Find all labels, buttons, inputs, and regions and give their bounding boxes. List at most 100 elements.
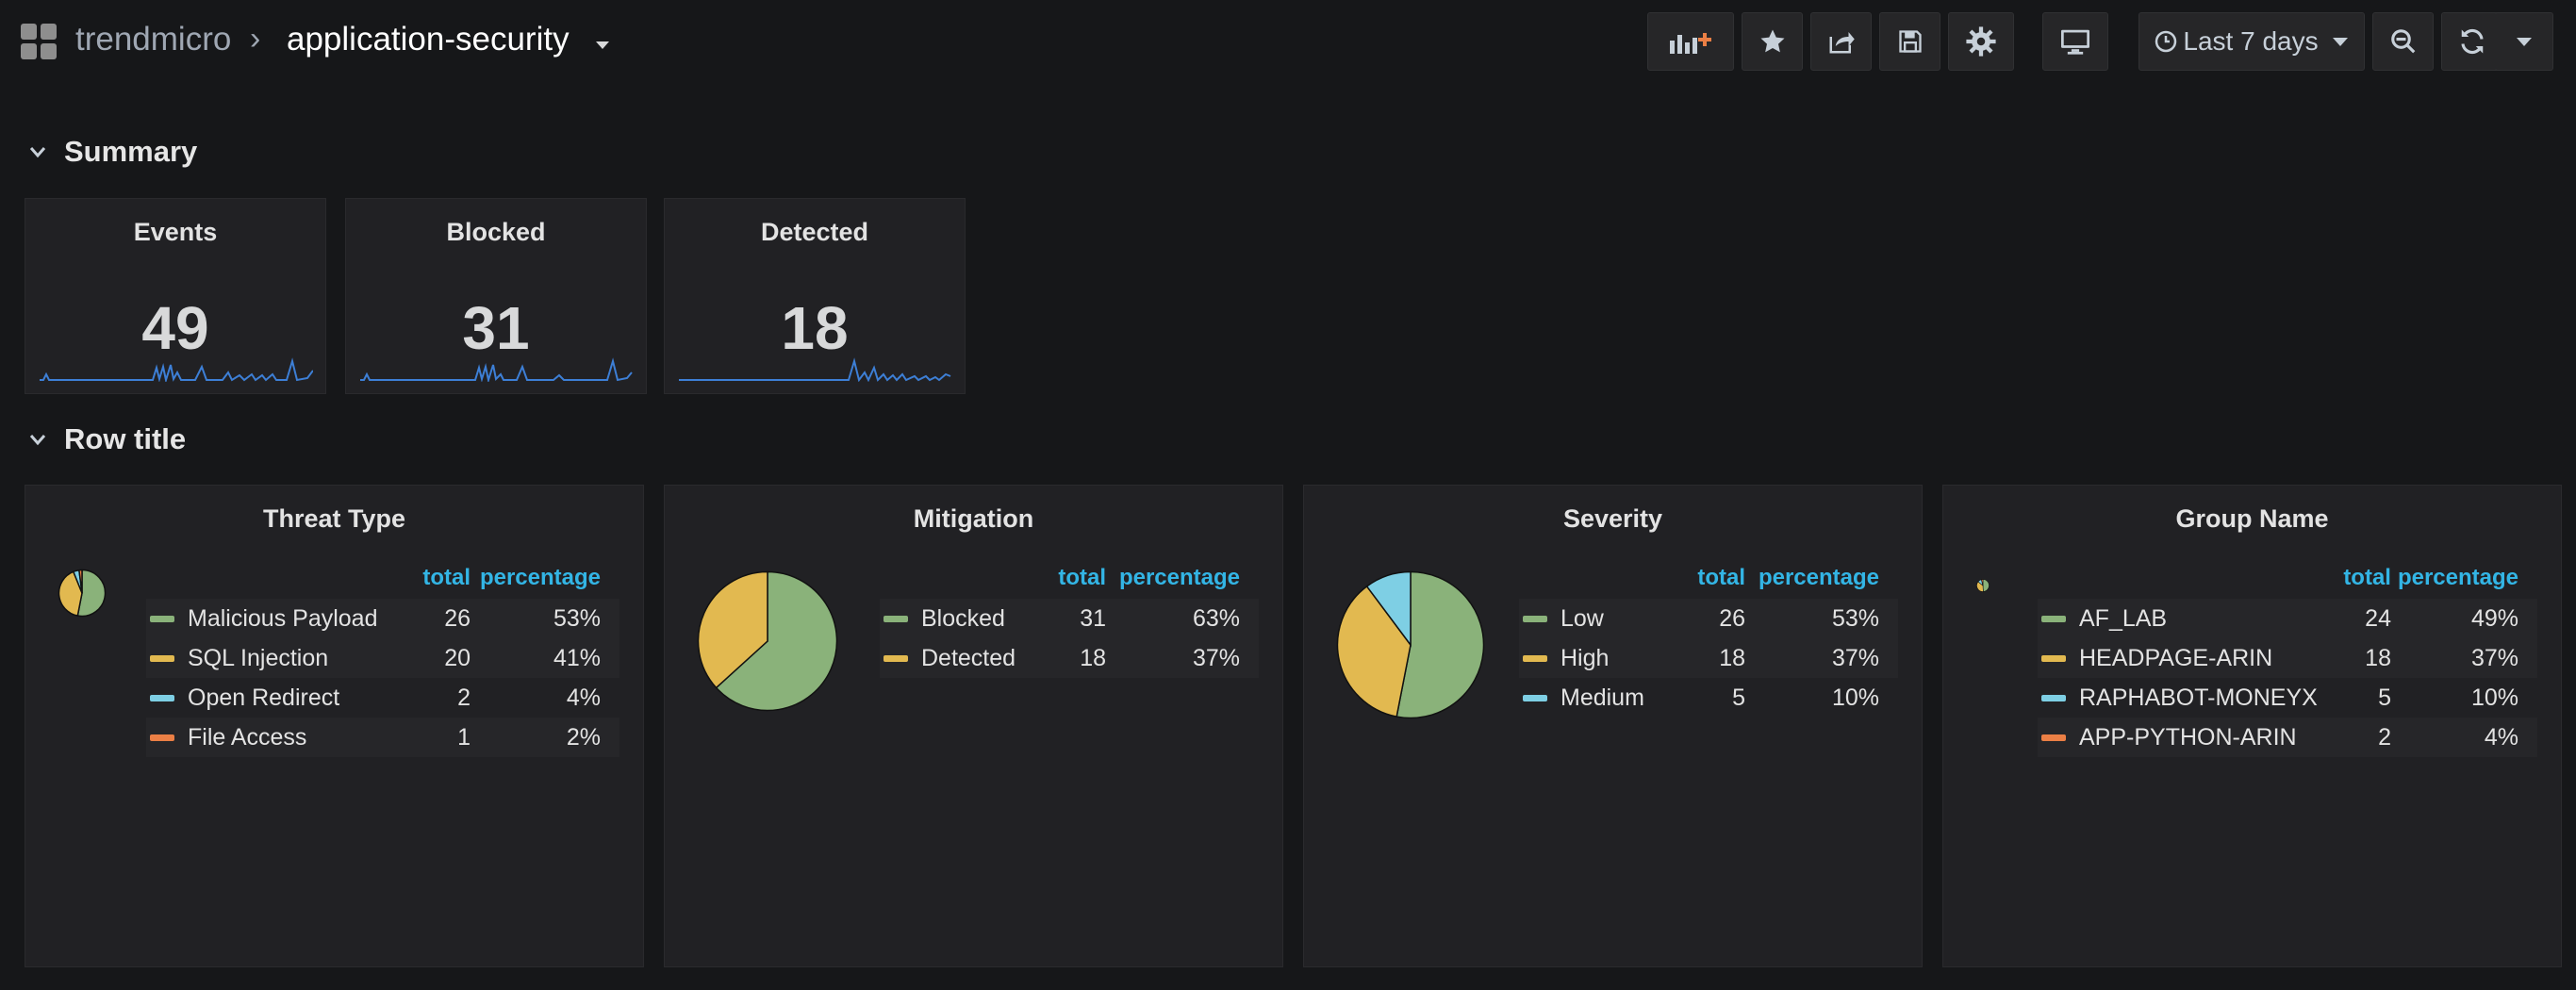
add-panel-icon <box>1667 27 1714 56</box>
legend-total: 26 <box>378 599 471 638</box>
legend-row[interactable]: RAPHABOT-MONEYX 5 10% <box>2038 678 2537 718</box>
row-summary[interactable]: Summary <box>28 130 197 173</box>
legend-swatch <box>150 695 174 702</box>
legend-percentage: 4% <box>566 684 601 711</box>
legend-row[interactable]: Open Redirect 2 4% <box>146 678 619 718</box>
legend-label: Medium <box>1560 684 1644 711</box>
legend-row[interactable]: Malicious Payload 26 53% <box>146 599 619 638</box>
breadcrumb-separator: › <box>250 21 261 57</box>
legend-header-percentage[interactable]: percentage <box>1745 565 1898 599</box>
pie-slice-af-lab[interactable] <box>1982 579 1990 592</box>
legend-percentage: 37% <box>2390 638 2537 678</box>
legend-row[interactable]: Blocked 31 63% <box>880 599 1259 638</box>
clock-icon <box>2155 30 2177 53</box>
legend-header-percentage[interactable]: percentage <box>471 565 619 599</box>
legend-percentage: 41% <box>471 638 619 678</box>
legend-total: 2 <box>457 684 471 711</box>
share-button[interactable] <box>1810 12 1872 71</box>
stat-panel-detected[interactable]: Detected 18 <box>664 198 966 394</box>
refresh-button[interactable] <box>2441 12 2502 71</box>
legend-header-total[interactable]: total <box>1660 565 1745 599</box>
legend-header-total[interactable]: total <box>378 565 471 599</box>
legend-table: total percentage AF_LAB 24 49% HEADPAGE-… <box>2038 565 2537 757</box>
legend-total: 5 <box>1732 684 1745 711</box>
share-icon <box>1827 27 1856 56</box>
legend-label: Malicious Payload <box>188 604 378 632</box>
legend-label: Open Redirect <box>188 684 340 711</box>
pie-panel-threat-type[interactable]: Threat Type total percentage Malicious P… <box>25 485 644 967</box>
legend-swatch <box>150 655 174 663</box>
row-row-title[interactable]: Row title <box>28 418 186 461</box>
legend-swatch <box>2041 616 2066 623</box>
time-range-label: Last 7 days <box>2183 26 2319 56</box>
save-button[interactable] <box>1879 12 1940 71</box>
legend-row[interactable]: HEADPAGE-ARIN 18 37% <box>2038 638 2537 678</box>
legend-row[interactable]: Medium 5 10% <box>1519 678 1898 718</box>
legend-row[interactable]: File Access 1 2% <box>146 718 619 757</box>
panel-title: Detected <box>760 218 869 246</box>
time-picker-button[interactable]: Last 7 days <box>2138 12 2365 71</box>
stat-panel-events[interactable]: Events 49 <box>25 198 326 394</box>
legend-total: 18 <box>2317 638 2391 678</box>
legend-table: total percentage Malicious Payload 26 53… <box>146 565 619 757</box>
legend-swatch <box>1523 695 1547 702</box>
pie-panel-group-name[interactable]: Group Name total percentage AF_LAB 24 49… <box>1942 485 2562 967</box>
legend-header-percentage[interactable]: percentage <box>1106 565 1259 599</box>
dashboard-caret-down-icon[interactable] <box>596 41 609 49</box>
legend-total: 18 <box>1660 638 1745 678</box>
legend-header-percentage[interactable]: percentage <box>2391 565 2537 599</box>
legend-total: 2 <box>2317 718 2391 757</box>
legend-row[interactable]: Detected 18 37% <box>880 638 1259 678</box>
legend-label: HEADPAGE-ARIN <box>2079 644 2273 671</box>
chevron-down-icon <box>28 142 47 161</box>
pie-chart <box>697 570 838 712</box>
legend-swatch <box>1523 655 1547 663</box>
legend-header-total[interactable]: total <box>1021 565 1106 599</box>
add-panel-button[interactable] <box>1647 12 1734 71</box>
legend-swatch <box>883 655 908 663</box>
pie-panel-severity[interactable]: Severity total percentage Low 26 53% Hig… <box>1303 485 1923 967</box>
save-icon <box>1897 28 1924 55</box>
legend-swatch <box>1523 616 1547 623</box>
legend-label: Detected <box>921 644 1016 671</box>
legend-table: total percentage Blocked 31 63% Detected… <box>880 565 1259 678</box>
legend-row[interactable]: APP-PYTHON-ARIN 2 4% <box>2038 718 2537 757</box>
time-caret-down-icon <box>2332 36 2349 47</box>
tv-mode-button[interactable] <box>2042 12 2108 71</box>
legend-row[interactable]: SQL Injection 20 41% <box>146 638 619 678</box>
chevron-down-icon <box>28 430 47 449</box>
legend-label: High <box>1560 644 1610 671</box>
gear-icon <box>1965 25 1997 58</box>
breadcrumb-org[interactable]: trendmicro <box>75 21 231 58</box>
star-icon <box>1759 27 1787 56</box>
legend-label: APP-PYTHON-ARIN <box>2079 723 2297 751</box>
legend-total: 26 <box>1660 599 1745 638</box>
legend-header-total[interactable]: total <box>2318 565 2391 599</box>
zoom-out-button[interactable] <box>2372 12 2434 71</box>
dashboard-grid-icon[interactable] <box>21 24 58 61</box>
star-button[interactable] <box>1742 12 1803 71</box>
legend-row[interactable]: AF_LAB 24 49% <box>2038 599 2537 638</box>
legend-total: 5 <box>2378 684 2391 711</box>
legend-row[interactable]: High 18 37% <box>1519 638 1898 678</box>
legend-percentage: 10% <box>2470 684 2518 711</box>
legend-percentage: 63% <box>1106 599 1259 638</box>
panel-title: Severity <box>1562 504 1663 533</box>
dashboard-title[interactable]: application-security <box>287 21 570 58</box>
stat-panel-blocked[interactable]: Blocked 31 <box>345 198 647 394</box>
legend-label: AF_LAB <box>2079 604 2168 632</box>
legend-total: 1 <box>378 718 471 757</box>
legend-row[interactable]: Low 26 53% <box>1519 599 1898 638</box>
zoom-out-icon <box>2389 27 2418 56</box>
legend-total: 20 <box>378 638 471 678</box>
pie-panel-mitigation[interactable]: Mitigation total percentage Blocked 31 6… <box>664 485 1283 967</box>
row-title: Row title <box>64 422 187 455</box>
refresh-interval-button[interactable] <box>2495 12 2553 71</box>
pie-chart <box>58 569 107 618</box>
legend-swatch <box>883 616 908 623</box>
caret-down-icon <box>2516 36 2533 47</box>
settings-button[interactable] <box>1948 12 2014 71</box>
pie-chart <box>1336 570 1485 719</box>
legend-swatch <box>150 734 174 742</box>
top-navbar: trendmicro › application-security Last 7… <box>0 0 2576 85</box>
